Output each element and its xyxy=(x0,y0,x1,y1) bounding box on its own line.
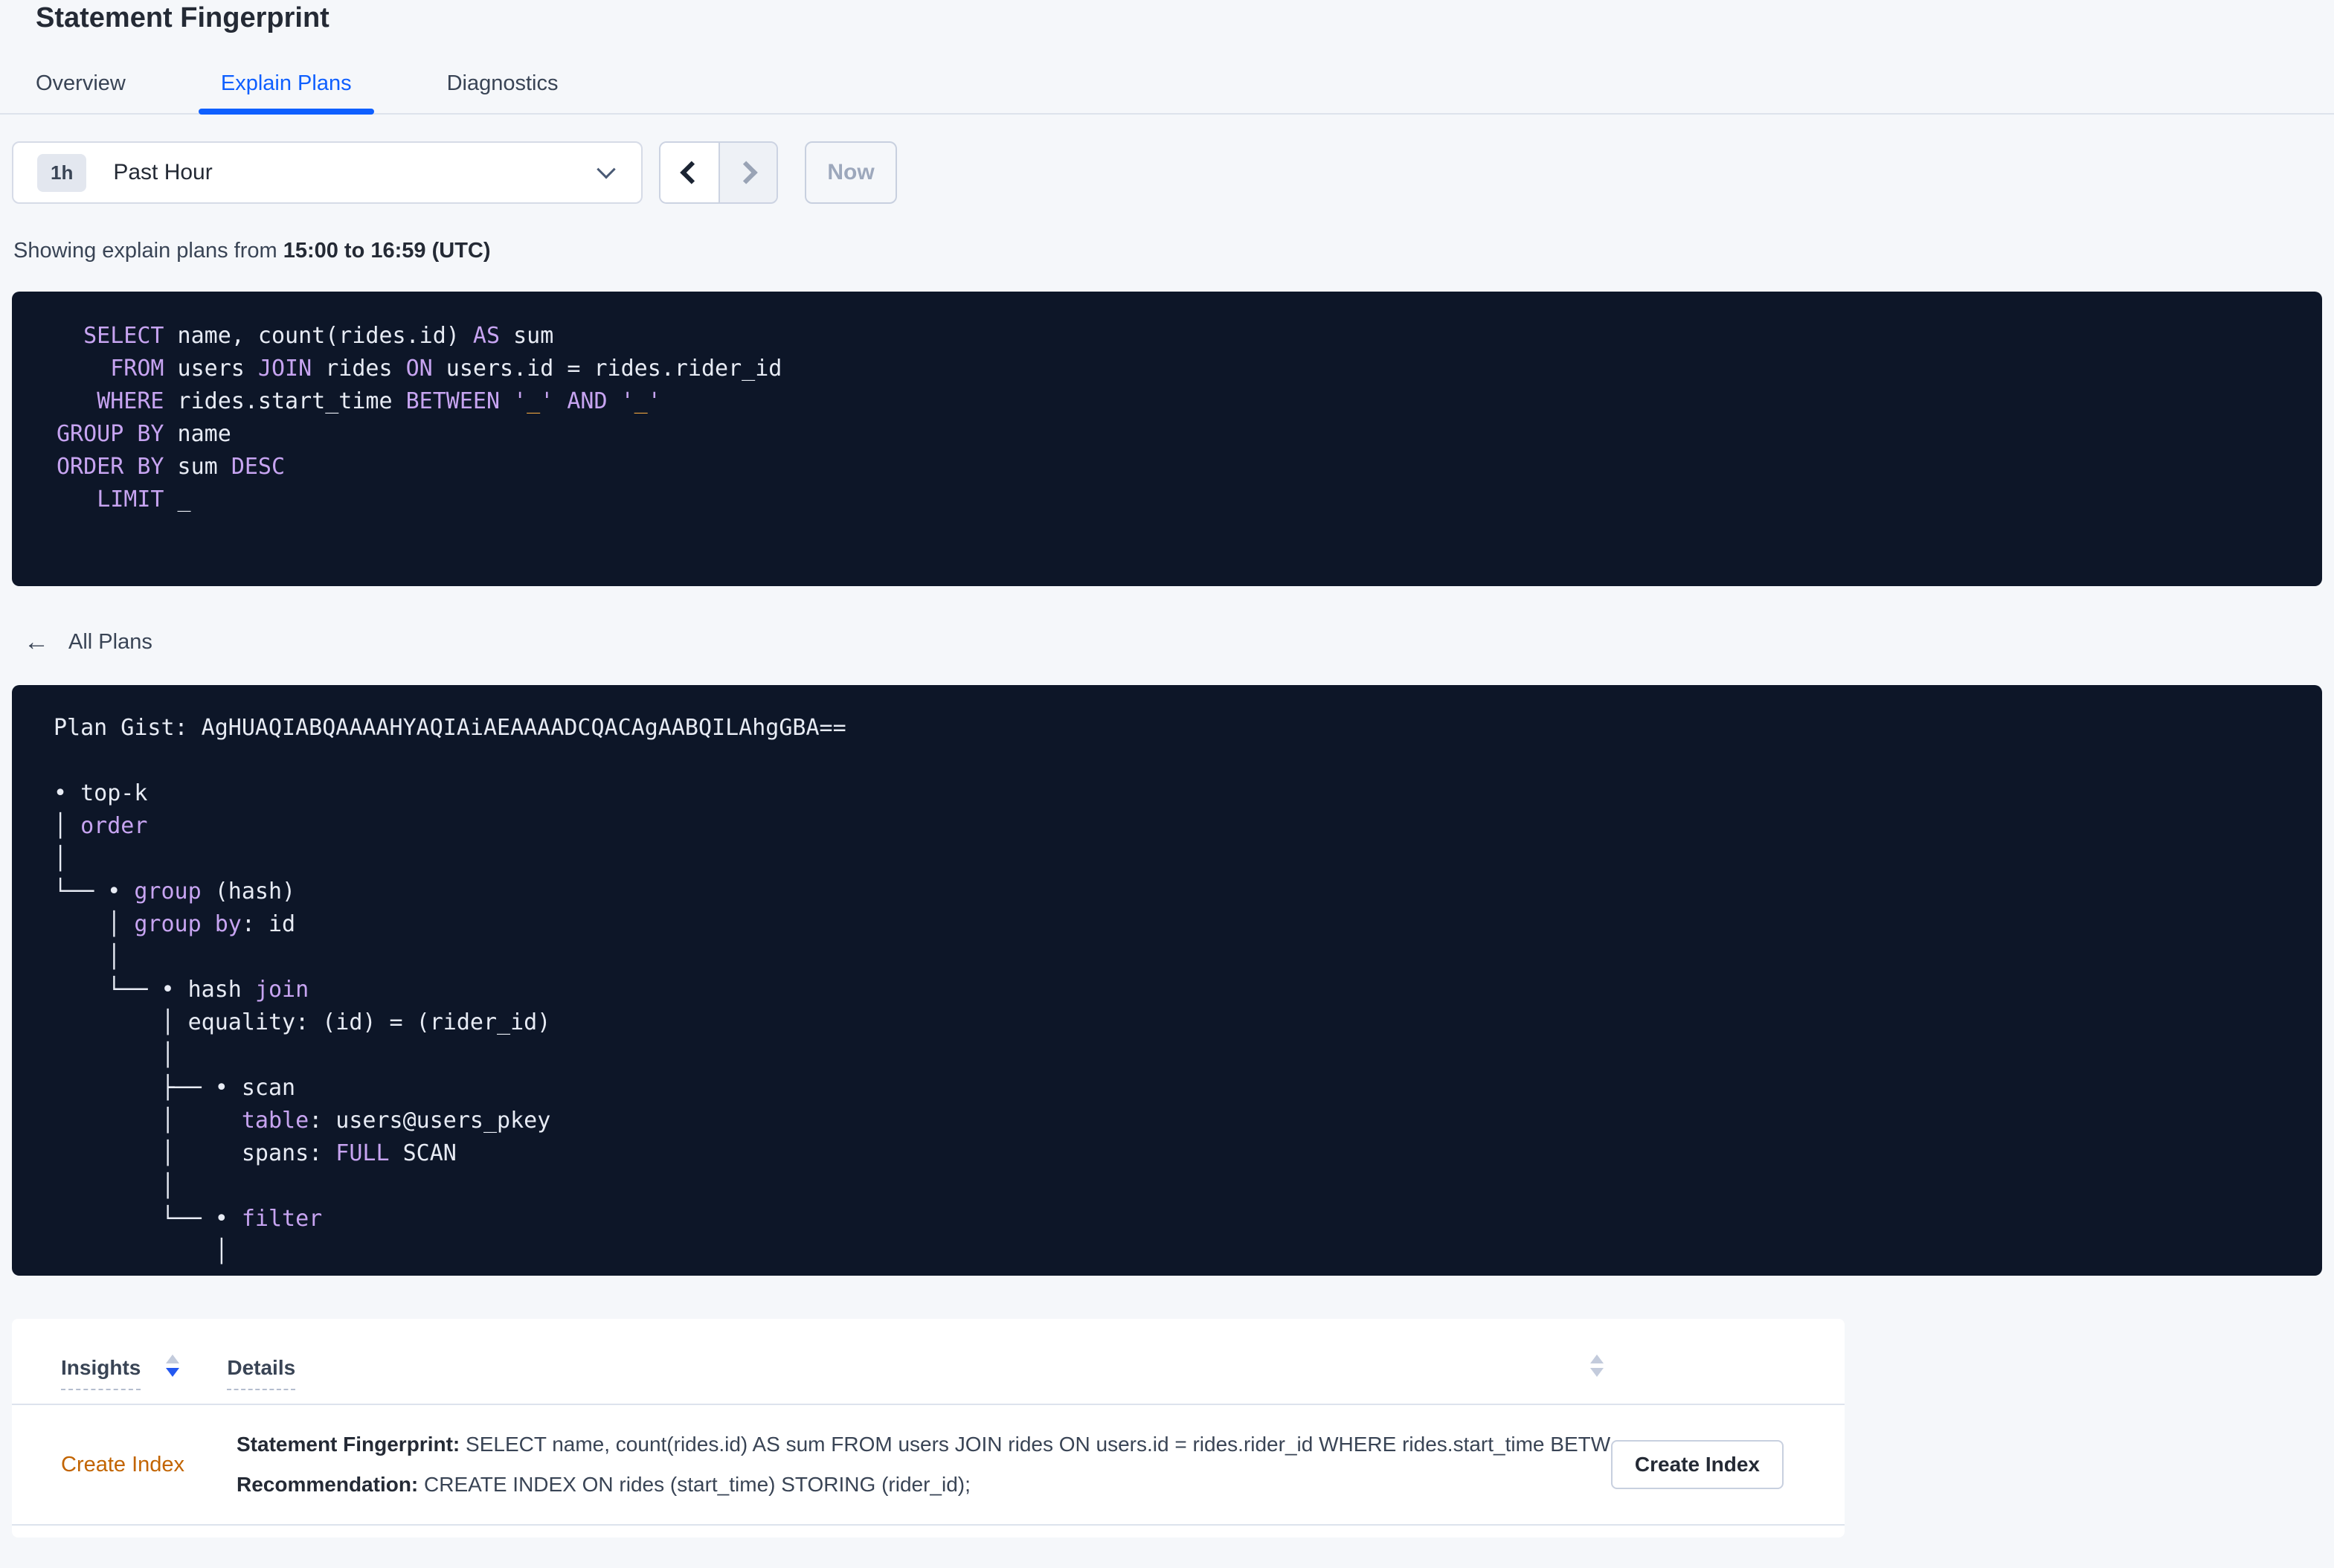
code-line: │ spans: FULL SCAN xyxy=(54,1140,457,1166)
tab-diagnostics[interactable]: Diagnostics xyxy=(425,71,581,113)
chevron-down-icon xyxy=(597,160,616,179)
code-line: ├── • scan xyxy=(54,1075,296,1101)
next-range-button[interactable] xyxy=(718,143,777,202)
code-line: │ xyxy=(54,1042,175,1068)
showing-range-prefix: Showing explain plans from xyxy=(13,239,283,263)
sort-up-triangle xyxy=(1590,1355,1604,1363)
code-line: │ order xyxy=(54,813,148,839)
page-title: Statement Fingerprint xyxy=(36,2,329,33)
prev-range-button[interactable] xyxy=(660,143,718,202)
column-header-insights[interactable]: Insights xyxy=(61,1356,141,1390)
time-range-select[interactable]: 1h Past Hour xyxy=(12,141,643,204)
tab-bar: Overview Explain Plans Diagnostics xyxy=(0,71,2334,115)
code-line: • top-k xyxy=(54,780,148,806)
tab-explain-plans[interactable]: Explain Plans xyxy=(198,71,374,115)
code-line: └── • filter xyxy=(54,1206,323,1232)
code-line: GROUP BY name xyxy=(57,421,231,447)
column-header-details[interactable]: Details xyxy=(227,1356,296,1390)
now-button[interactable]: Now xyxy=(805,141,897,204)
code-line: LIMIT _ xyxy=(97,486,191,513)
code-line: SELECT name, count(rides.id) AS sum xyxy=(83,323,554,349)
chevron-right-icon xyxy=(734,161,758,184)
showing-range-value: 15:00 to 16:59 (UTC) xyxy=(283,239,491,263)
code-line: │ equality: (id) = (rider_id) xyxy=(54,1009,551,1035)
showing-range-text: Showing explain plans from 15:00 to 16:5… xyxy=(13,238,2334,263)
code-line: WHERE rides.start_time BETWEEN '_' AND '… xyxy=(97,388,661,414)
details-cell: Statement Fingerprint: SELECT name, coun… xyxy=(237,1433,1611,1497)
sql-statement-block: SELECT name, count(rides.id) AS sum FROM… xyxy=(12,292,2322,586)
code-line: └── • hash join xyxy=(54,977,309,1003)
insights-table-header: Insights Details xyxy=(12,1319,1845,1405)
sort-icon-details[interactable] xyxy=(1590,1355,1604,1377)
sort-icon-insights[interactable] xyxy=(166,1355,180,1377)
code-line: │ table: users@users_pkey xyxy=(54,1108,551,1134)
code-line: │ group by: id xyxy=(54,911,296,937)
code-line: ORDER BY sum DESC xyxy=(57,454,286,480)
insight-type-link[interactable]: Create Index xyxy=(61,1453,237,1477)
code-line: Plan Gist: AgHUAQIABQAAAAHYAQIAiAEAAAADC… xyxy=(54,715,846,741)
recommendation-line: Recommendation: CREATE INDEX ON rides (s… xyxy=(237,1473,971,1496)
code-line: FROM users JOIN rides ON users.id = ride… xyxy=(110,356,782,382)
sort-down-triangle xyxy=(166,1368,180,1377)
tab-overview[interactable]: Overview xyxy=(13,71,148,113)
code-line: └── • group (hash) xyxy=(54,878,296,905)
code-line: │ xyxy=(54,1173,175,1199)
all-plans-label: All Plans xyxy=(68,630,152,654)
table-row: Create Index Statement Fingerprint: SELE… xyxy=(12,1405,1845,1526)
code-line: │ xyxy=(54,1238,228,1265)
code-line: │ xyxy=(54,944,121,970)
time-range-badge: 1h xyxy=(37,153,87,192)
statement-fingerprint-line: Statement Fingerprint: SELECT name, coun… xyxy=(237,1433,1611,1456)
insights-table-card: Insights Details Create Index Statement … xyxy=(12,1319,1845,1538)
sort-down-triangle xyxy=(1590,1368,1604,1377)
sort-up-triangle xyxy=(166,1355,180,1363)
time-range-label: Past Hour xyxy=(113,160,213,184)
time-pager xyxy=(659,141,778,204)
code-line: │ xyxy=(54,846,68,872)
create-index-button[interactable]: Create Index xyxy=(1610,1440,1784,1489)
arrow-left-icon: ← xyxy=(24,628,49,656)
all-plans-back-link[interactable]: ← All Plans xyxy=(24,628,152,657)
chevron-left-icon xyxy=(680,161,704,184)
time-controls: 1h Past Hour Now xyxy=(12,141,2334,204)
plan-gist-block: Plan Gist: AgHUAQIABQAAAAHYAQIAiAEAAAADC… xyxy=(12,685,2322,1276)
